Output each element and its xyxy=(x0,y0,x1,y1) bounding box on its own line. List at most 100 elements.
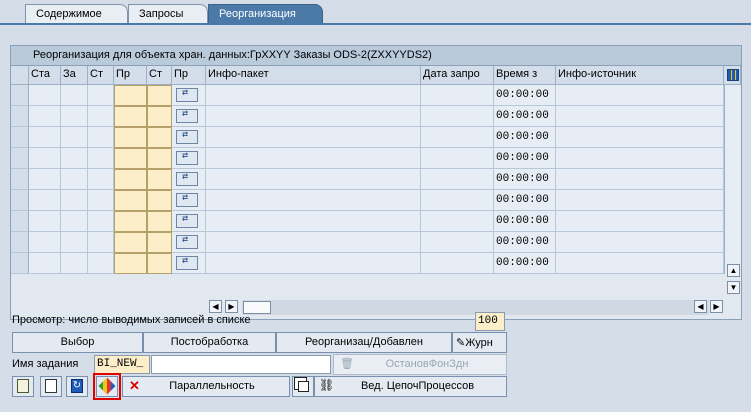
column-header-info-source[interactable]: Инфо-источник xyxy=(556,66,724,85)
scroll-left-button[interactable]: ◀ xyxy=(209,300,222,313)
select-all-cell[interactable] xyxy=(11,66,29,85)
row-detail-icon[interactable] xyxy=(176,129,198,144)
tab-contents[interactable]: Содержимое xyxy=(25,4,128,24)
column-header-requests[interactable]: За xyxy=(61,66,88,85)
table-cell-st2[interactable] xyxy=(147,253,172,274)
table-cell-status xyxy=(29,85,61,106)
process-chain-button[interactable]: ⛓ Вед. ЦепочПроцессов xyxy=(314,376,507,397)
scroll-right-end-button[interactable]: ▶ xyxy=(710,300,723,313)
row-selector[interactable] xyxy=(11,106,29,127)
table-cell-st2[interactable] xyxy=(147,127,172,148)
scroll-thumb[interactable] xyxy=(243,301,271,314)
table-cell-request-date xyxy=(421,232,494,253)
table-cell-st xyxy=(88,190,114,211)
row-selector[interactable] xyxy=(11,85,29,106)
scroll-up-button[interactable]: ▲ xyxy=(727,264,740,277)
column-header-st2[interactable]: Ст xyxy=(147,66,172,85)
vertical-scroll-track[interactable] xyxy=(724,169,741,190)
table-cell-st xyxy=(88,148,114,169)
table-cell-st2[interactable] xyxy=(147,106,172,127)
document-icon xyxy=(45,379,57,393)
scroll-left-end-button[interactable]: ◀ xyxy=(694,300,707,313)
reorg-add-button[interactable]: Реорганизац/Добавлен xyxy=(276,332,452,353)
table-cell-request-time: 00:00:00 xyxy=(494,253,556,274)
column-header-request-date[interactable]: Дата запро xyxy=(421,66,494,85)
vertical-scroll-track[interactable] xyxy=(724,232,741,253)
table-settings-icon[interactable] xyxy=(724,66,741,85)
table-cell-request-date xyxy=(421,85,494,106)
row-detail-icon[interactable] xyxy=(176,234,198,249)
row-selector[interactable] xyxy=(11,148,29,169)
vertical-scroll-track[interactable] xyxy=(724,190,741,211)
table-cell-pr2 xyxy=(172,169,206,190)
vertical-scroll-track[interactable] xyxy=(724,148,741,169)
settings-button[interactable] xyxy=(93,373,121,400)
table-cell-pr2 xyxy=(172,232,206,253)
row-selector[interactable] xyxy=(11,211,29,232)
table-cell-pr[interactable] xyxy=(114,253,147,274)
vertical-scroll-track[interactable] xyxy=(724,211,741,232)
table-cell-st2[interactable] xyxy=(147,85,172,106)
row-selector[interactable] xyxy=(11,253,29,274)
scroll-down-button[interactable]: ▼ xyxy=(727,281,740,294)
column-header-pr2[interactable]: Пр xyxy=(172,66,206,85)
display-button[interactable] xyxy=(12,376,34,397)
table-cell-request-date xyxy=(421,169,494,190)
row-detail-icon[interactable] xyxy=(176,213,198,228)
job-name-prefix[interactable]: BI_NEW_ xyxy=(94,355,150,374)
scroll-log-icon: ✎ xyxy=(456,337,466,349)
table-cell-pr[interactable] xyxy=(114,232,147,253)
document-list-icon xyxy=(17,379,29,393)
table-cell-info-source xyxy=(556,85,724,106)
row-detail-icon[interactable] xyxy=(176,87,198,102)
row-detail-icon[interactable] xyxy=(176,255,198,270)
column-header-status[interactable]: Ста xyxy=(29,66,61,85)
column-header-request-time[interactable]: Время з xyxy=(494,66,556,85)
row-selector[interactable] xyxy=(11,169,29,190)
table-cell-info-source xyxy=(556,232,724,253)
records-input[interactable]: 100 xyxy=(475,312,505,331)
journal-button[interactable]: ✎Журн xyxy=(452,332,507,353)
table-cell-st2[interactable] xyxy=(147,211,172,232)
column-header-st[interactable]: Ст xyxy=(88,66,114,85)
table-cell-pr[interactable] xyxy=(114,211,147,232)
row-selector[interactable] xyxy=(11,127,29,148)
row-selector[interactable] xyxy=(11,232,29,253)
job-name-label: Имя задания xyxy=(12,358,79,370)
postprocess-button[interactable]: Постобработка xyxy=(143,332,276,353)
vertical-scroll-track[interactable] xyxy=(724,85,741,106)
select-button[interactable]: Выбор xyxy=(12,332,143,353)
table-cell-pr[interactable] xyxy=(114,190,147,211)
refresh-button[interactable]: ↻ xyxy=(66,376,88,397)
job-name-input[interactable] xyxy=(151,355,331,374)
table-cell-pr[interactable] xyxy=(114,127,147,148)
row-selector[interactable] xyxy=(11,190,29,211)
table-cell-pr[interactable] xyxy=(114,85,147,106)
row-detail-icon[interactable] xyxy=(176,171,198,186)
column-header-pr[interactable]: Пр xyxy=(114,66,147,85)
vertical-scroll-track[interactable] xyxy=(724,127,741,148)
copy-button[interactable] xyxy=(292,376,314,397)
table-cell-st2[interactable] xyxy=(147,169,172,190)
scroll-right-button[interactable]: ▶ xyxy=(225,300,238,313)
parallel-button[interactable]: ✕ Параллельность xyxy=(122,376,290,397)
table-cell-request-time: 00:00:00 xyxy=(494,190,556,211)
tab-content-area: Реорганизация для объекта хран. данных:Г… xyxy=(0,23,751,412)
tab-requests[interactable]: Запросы xyxy=(128,4,208,24)
tab-reorganization[interactable]: Реорганизация xyxy=(208,4,323,24)
vertical-scroll-track[interactable] xyxy=(724,106,741,127)
table-cell-pr[interactable] xyxy=(114,148,147,169)
table-cell-st2[interactable] xyxy=(147,190,172,211)
table-cell-pr[interactable] xyxy=(114,106,147,127)
row-detail-icon[interactable] xyxy=(176,150,198,165)
table-cell-info-package xyxy=(206,253,421,274)
table-cell-status xyxy=(29,232,61,253)
column-header-info-package[interactable]: Инфо-пакет xyxy=(206,66,421,85)
table-cell-st2[interactable] xyxy=(147,232,172,253)
table-cell-st2[interactable] xyxy=(147,148,172,169)
table-cell-pr2 xyxy=(172,253,206,274)
table-cell-pr[interactable] xyxy=(114,169,147,190)
detail-button[interactable] xyxy=(40,376,62,397)
row-detail-icon[interactable] xyxy=(176,192,198,207)
row-detail-icon[interactable] xyxy=(176,108,198,123)
